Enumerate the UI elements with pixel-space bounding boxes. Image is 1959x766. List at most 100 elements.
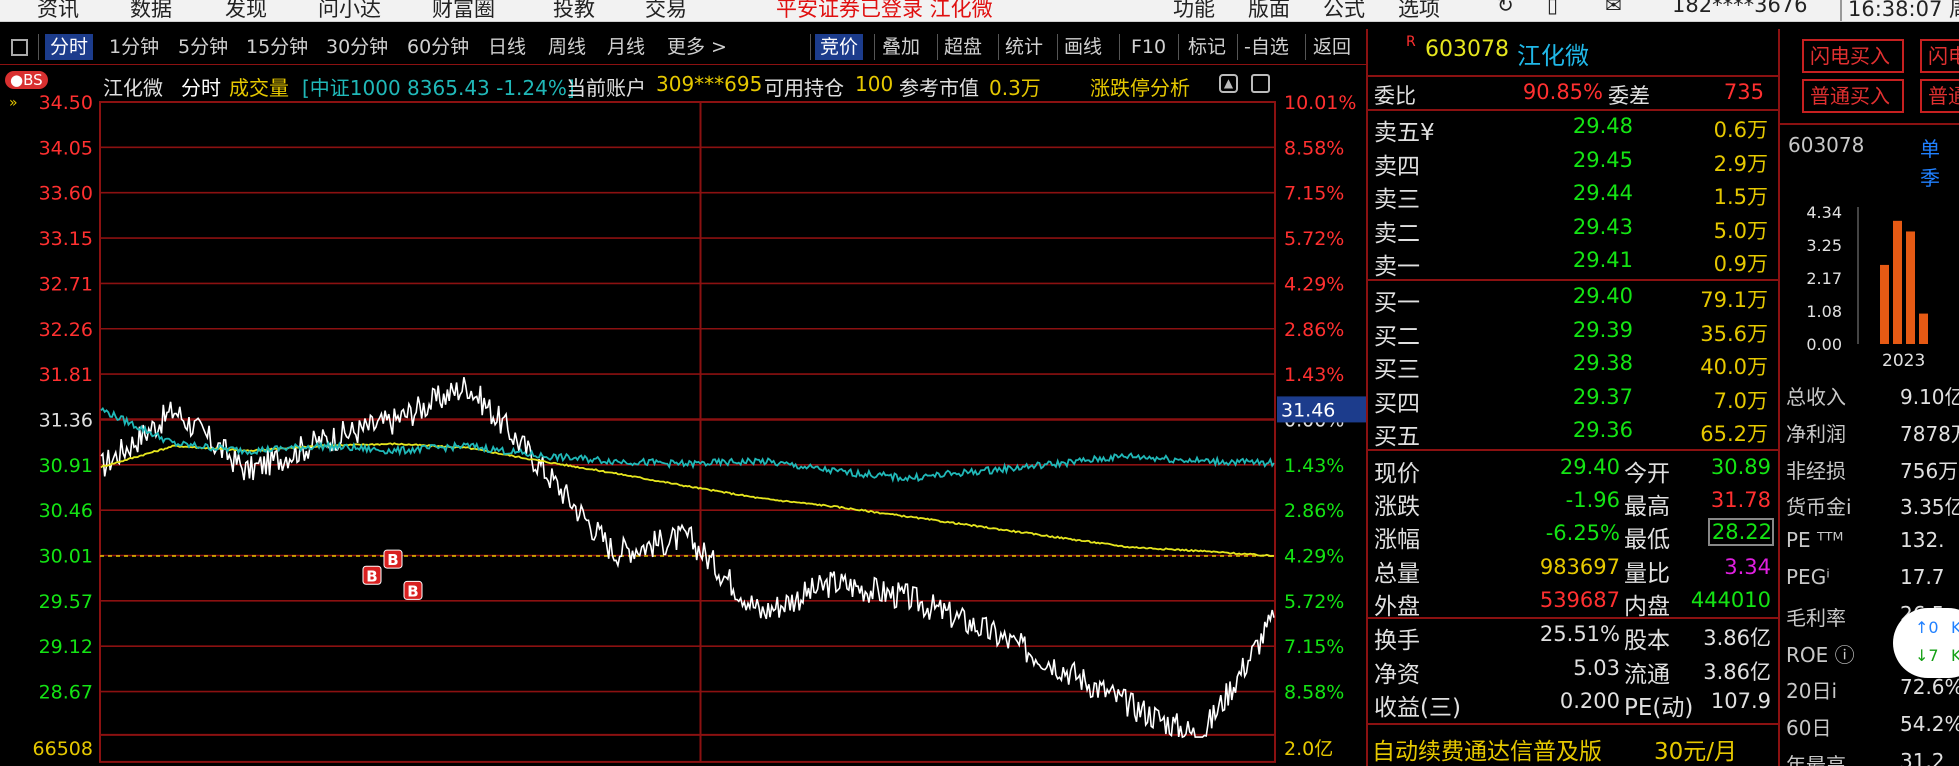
promo-text[interactable]: 自动续费通达信普及版 — [1372, 732, 1602, 766]
y-tick-left: 32.26 — [39, 319, 93, 341]
menu-item-ask[interactable]: 问小达 — [318, 0, 381, 21]
period-tab-1min[interactable]: 1分钟 — [109, 34, 159, 60]
mark-button[interactable]: 标记 — [1188, 34, 1226, 60]
period-tab-daily[interactable]: 日线 — [488, 34, 526, 60]
y-tick-left: 29.57 — [39, 591, 93, 613]
stat-value-2: 3.86亿 — [1703, 659, 1771, 684]
overlay-button[interactable]: 叠加 — [882, 34, 920, 60]
metric-value: 756万 — [1900, 458, 1959, 483]
intraday-chart[interactable]: 34.50 34.05 33.60 33.15 32.71 32.26 31.81 31.36… — [0, 70, 1366, 766]
mail-icon[interactable]: ✉ — [1605, 0, 1622, 17]
refresh-icon[interactable]: ↻ — [1497, 0, 1514, 17]
flash-buy-button[interactable]: 闪电买入 — [1802, 39, 1904, 73]
ask-level-row[interactable]: 卖四 29.45 2.9万 — [1368, 145, 1778, 180]
remove-watchlist-button[interactable]: -自选 — [1244, 34, 1289, 60]
back-button[interactable]: 返回 — [1313, 34, 1351, 60]
ask-level-row[interactable]: 卖二 29.43 5.0万 — [1368, 212, 1778, 247]
level-price: 29.43 — [1572, 214, 1633, 239]
level-volume: 40.0万 — [1700, 355, 1768, 380]
period-tab-intraday[interactable]: 分时 — [45, 34, 94, 60]
ask-level-row[interactable]: 卖一 29.41 0.9万 — [1368, 245, 1778, 280]
buy-marker-label: B — [366, 567, 377, 585]
y-tick-left: 31.81 — [39, 364, 93, 386]
menu-item-discover[interactable]: 发现 — [225, 0, 267, 21]
promo-price[interactable]: 30元/月 — [1654, 732, 1737, 766]
y-tick-left: 30.91 — [39, 455, 93, 477]
network-speed-popup[interactable]: ↑0 K ↓7 K — [1893, 608, 1959, 678]
menu-item-function[interactable]: 功能 — [1173, 0, 1215, 21]
stat-row: 总量 983697 量比 3.34 — [1368, 552, 1778, 587]
bid-level-row[interactable]: 买二 29.39 35.6万 — [1368, 315, 1778, 350]
volume-axis-label-right: 2.0亿 — [1284, 738, 1333, 760]
bid-level-row[interactable]: 买五 29.36 65.2万 — [1368, 415, 1778, 450]
normal-buy-button-2[interactable]: 普通 — [1920, 79, 1959, 113]
metric-value: 31.2 — [1900, 749, 1945, 766]
level-label: 买一 — [1374, 290, 1420, 316]
chart-toolbar: 分时 1分钟 5分钟 15分钟 30分钟 60分钟 日线 周线 月线 更多 > … — [0, 29, 1368, 65]
level-price: 29.38 — [1572, 351, 1633, 376]
bar-tick-label: 3.25 — [1806, 236, 1842, 255]
y-tick-left: 28.67 — [39, 682, 93, 704]
bid-level-row[interactable]: 买三 29.38 40.0万 — [1368, 348, 1778, 383]
y-tick-left: 29.12 — [39, 636, 93, 658]
metric-value: 132. — [1900, 528, 1945, 553]
ask-level-row[interactable]: 卖五¥ 29.48 0.6万 — [1368, 111, 1778, 146]
draw-line-button[interactable]: 画线 — [1064, 34, 1102, 60]
bid-level-row[interactable]: 买四 29.37 7.0万 — [1368, 382, 1778, 417]
metric-value: 17.7 — [1900, 565, 1945, 589]
y-tick-left: 30.46 — [39, 500, 93, 522]
stat-label-2: 最低 — [1624, 527, 1670, 554]
period-tab-monthly[interactable]: 月线 — [607, 34, 645, 60]
metric-value: 54.2% — [1900, 712, 1959, 737]
promo-bar[interactable]: 自动续费通达信普及版 30元/月 — [1368, 726, 1778, 766]
phone-icon[interactable]: ▯ — [1547, 0, 1558, 17]
period-tab-weekly[interactable]: 周线 — [548, 34, 586, 60]
order-book-panel: R 603078 江化微 委比 90.85% 委差 735 卖五¥ 29.48 0.… — [1366, 29, 1778, 766]
level-volume: 0.6万 — [1713, 118, 1768, 142]
period-tab-15min[interactable]: 15分钟 — [246, 34, 308, 60]
bar-tick-label: 4.34 — [1806, 203, 1842, 222]
menu-item-options[interactable]: 选项 — [1398, 0, 1440, 21]
y-tick-right: 5.72% — [1284, 591, 1344, 613]
y-tick-right: 5.72% — [1284, 228, 1344, 250]
bid-level-row[interactable]: 买一 29.40 79.1万 — [1368, 281, 1778, 316]
y-tick-right: 8.58% — [1284, 682, 1344, 704]
level-price: 29.40 — [1572, 284, 1633, 308]
chart-grid — [99, 101, 1276, 763]
stat-label-2: 今开 — [1624, 461, 1670, 487]
normal-buy-button[interactable]: 普通买入 — [1802, 79, 1904, 113]
menu-item-formula[interactable]: 公式 — [1323, 0, 1365, 21]
download-speed: ↓7 — [1915, 646, 1939, 665]
revenue-bar — [1880, 264, 1889, 344]
account-id[interactable]: 182****3676 — [1672, 0, 1808, 17]
auction-button[interactable]: 竞价 — [815, 34, 864, 60]
level-volume: 7.0万 — [1713, 388, 1768, 413]
menu-item-news[interactable]: 资讯 — [37, 0, 79, 21]
period-tab-30min[interactable]: 30分钟 — [326, 34, 388, 60]
panel-toggle-icon[interactable] — [11, 39, 28, 56]
f10-button[interactable]: F10 — [1131, 34, 1166, 60]
price-line — [100, 377, 1275, 739]
stat-value-2: 31.78 — [1710, 488, 1771, 513]
period-tab-60min[interactable]: 60分钟 — [407, 34, 469, 60]
menu-item-wealth[interactable]: 财富圈 — [432, 0, 495, 21]
bar-tick-label: 2.17 — [1806, 269, 1842, 288]
flash-buy-button-2[interactable]: 闪电 — [1920, 39, 1959, 73]
y-tick-right: 2.86% — [1284, 319, 1344, 341]
menu-item-education[interactable]: 投教 — [553, 0, 595, 21]
period-tab-5min[interactable]: 5分钟 — [178, 34, 228, 60]
menu-item-layout[interactable]: 版面 — [1248, 0, 1290, 21]
period-tab-more[interactable]: 更多 > — [667, 34, 727, 60]
level-price: 29.37 — [1572, 384, 1633, 409]
buy-marker-label: B — [387, 551, 398, 569]
ratio-label: 委比 — [1374, 84, 1416, 108]
menu-item-data[interactable]: 数据 — [130, 0, 172, 21]
statistics-button[interactable]: 统计 — [1005, 34, 1043, 60]
metric-label: 非经损 — [1786, 458, 1846, 483]
stat-label: 净资 — [1374, 661, 1420, 688]
super-panel-button[interactable]: 超盘 — [944, 34, 982, 60]
menu-item-trade[interactable]: 交易 — [645, 0, 687, 21]
ask-level-row[interactable]: 卖三 29.44 1.5万 — [1368, 178, 1778, 213]
stat-value-2: 444010 — [1690, 587, 1771, 612]
stat-value-2: 28.22 — [1708, 518, 1774, 547]
